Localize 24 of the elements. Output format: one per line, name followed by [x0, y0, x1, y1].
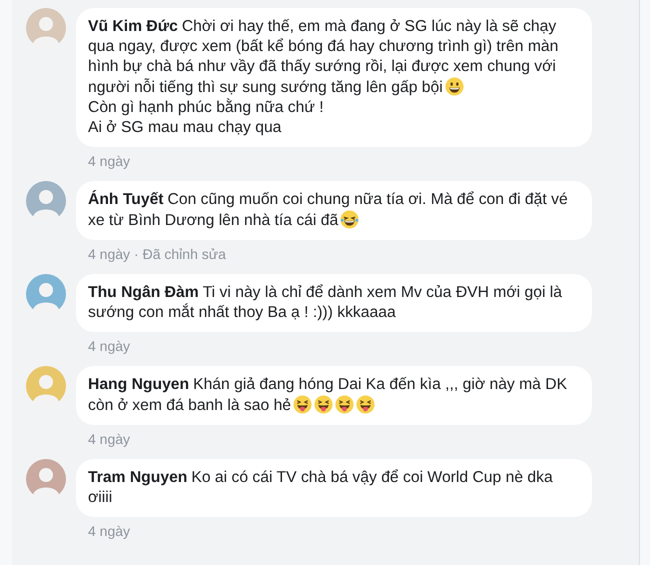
tongue-emoji-icon: [293, 395, 312, 414]
comment-text: Tram Nguyen Ko ai có cái TV chà bá vậy để coi World Cup nè dka ơiiii: [88, 468, 554, 508]
avatar[interactable]: [26, 181, 66, 221]
comment-text: Còn gì hạnh phúc bằng nữa chứ !: [88, 98, 325, 118]
edited-label: · Đã chỉnh sửa: [134, 246, 226, 263]
comment-text: Vũ Kim Đức Chời ơi hay thế, em mà đang ở SG lúc này là sẽ chạy qua ngay, được xem (bất kể bóng đá hay chương trình gì) trên màn hình bự chà bá như vầy đã thấy sướng rồi, lại được xem chung với người nỗi tiếng thì sự sung sướng tăng lên gấp bội: [88, 17, 560, 98]
comment-text: Thu Ngân Đàm Ti vi này là chỉ để dành xem Mv của ĐVH mới gọi là sướng con mắt nhất thoy Ba ạ ! :))) kkkaaaa: [88, 283, 564, 323]
avatar[interactable]: [26, 366, 66, 406]
avatar[interactable]: [26, 459, 66, 499]
author-name[interactable]: Vũ Kim Đức: [88, 18, 178, 35]
author-name[interactable]: Ánh Tuyết: [88, 191, 164, 208]
tongue-emoji-icon: [335, 395, 354, 414]
grinning-emoji-icon: [444, 77, 464, 96]
tongue-emoji-icon: [356, 395, 376, 414]
author-name[interactable]: Hang Nguyen: [88, 376, 190, 393]
comment-text: Hang Nguyen Khán giả đang hóng Dai Ka đến kìa ,,, giờ này mà DK còn ở xem đá banh là sao hẻ: [88, 375, 568, 416]
author-name[interactable]: Thu Ngân Đàm: [88, 284, 199, 301]
avatar[interactable]: [26, 274, 66, 314]
comment-text: Ai ở SG mau mau chạy qua: [88, 118, 282, 138]
comment-text: Ánh Tuyết Con cũng muốn coi chung nữa tía ơi. Mà để con đi đặt vé xe từ Bình Dương lên nhà tía cái đã: [88, 190, 569, 231]
laughing-tears-emoji-icon: [340, 210, 360, 229]
tongue-emoji-icon: [314, 395, 334, 414]
avatar[interactable]: [26, 8, 66, 48]
author-name[interactable]: Tram Nguyen: [88, 469, 188, 486]
